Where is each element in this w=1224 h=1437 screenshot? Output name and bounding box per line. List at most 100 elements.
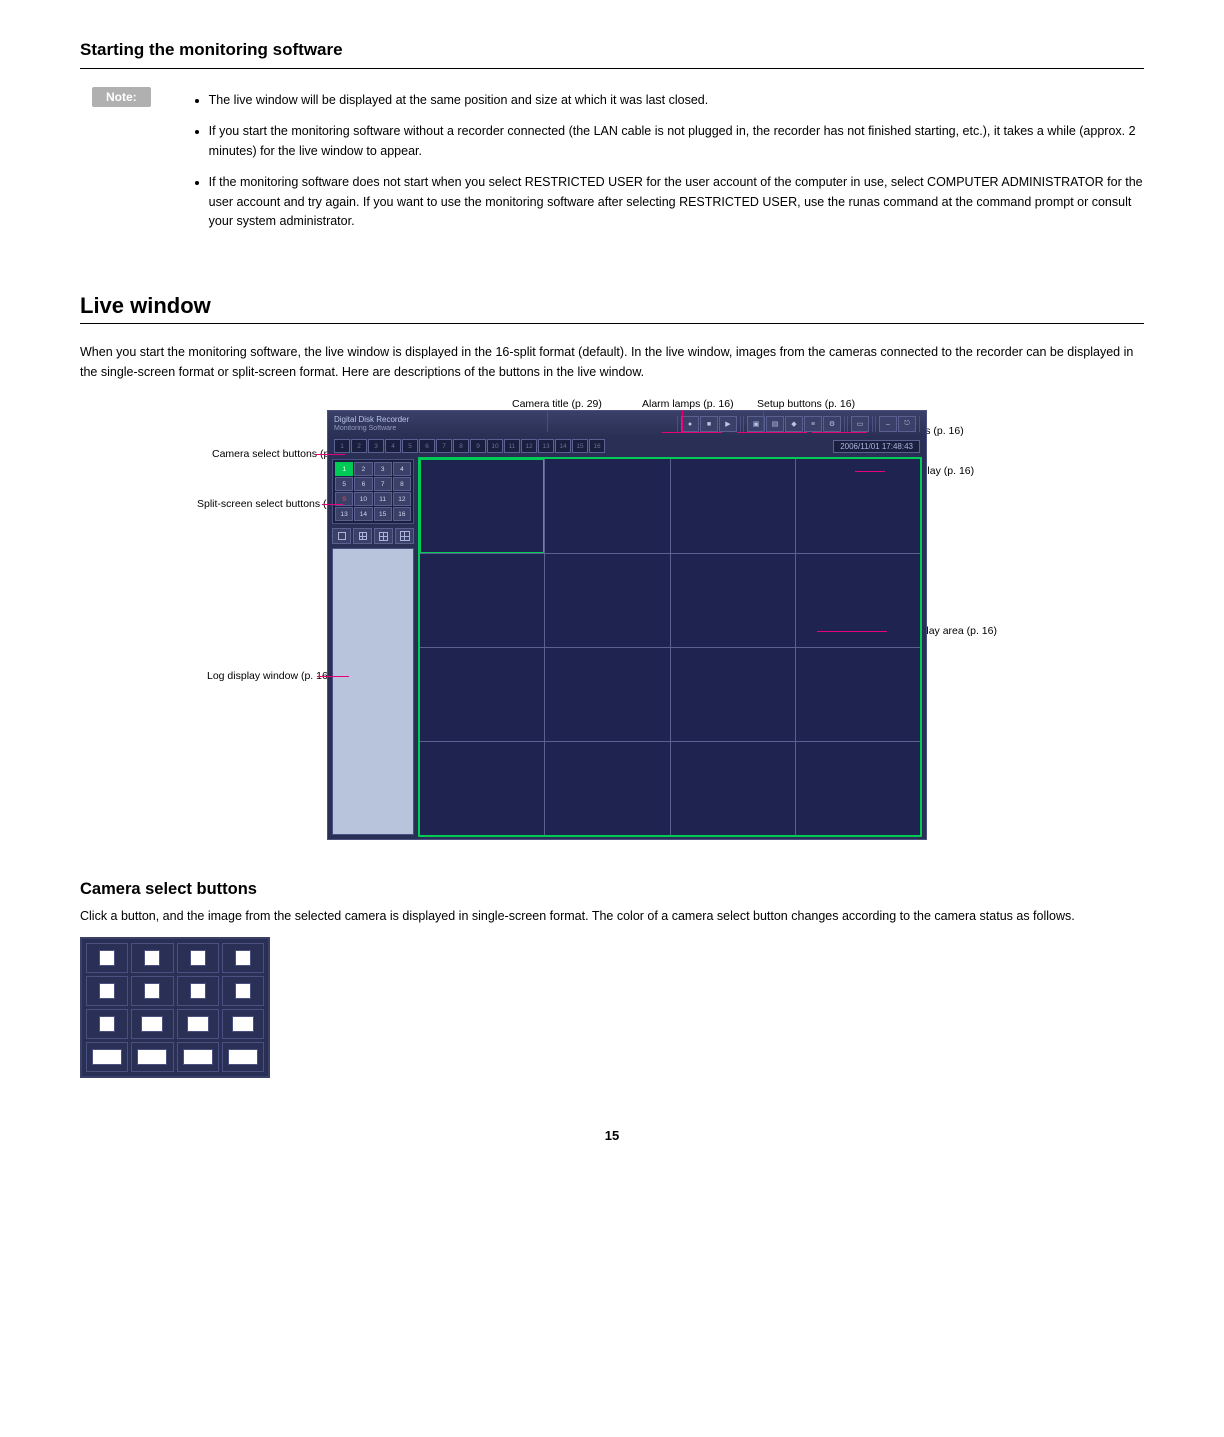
camera-select-2[interactable]: 2 — [354, 462, 372, 476]
cs-cell-3 — [177, 943, 219, 973]
tb-btn-2[interactable]: ■ — [700, 416, 718, 432]
snap-icon: ◆ — [791, 420, 796, 428]
alarm-lamp-2: 2 — [351, 439, 367, 453]
camera-select-11[interactable]: 11 — [374, 492, 392, 506]
app-title: Digital Disk Recorder Monitoring Softwar… — [334, 416, 677, 432]
camera-select-10[interactable]: 10 — [354, 492, 372, 506]
alarm-lamp-12: 12 — [521, 439, 537, 453]
cs-cell-13 — [86, 1042, 128, 1072]
camera-select-14[interactable]: 14 — [354, 507, 372, 521]
image-cell-10[interactable] — [545, 648, 669, 741]
camera-icon: ▣ — [753, 420, 760, 428]
split-16-button[interactable] — [395, 528, 414, 544]
tb-btn-8[interactable]: ⚙ — [823, 416, 841, 432]
split-screen-row — [332, 528, 414, 544]
image-cell-8[interactable] — [796, 554, 920, 647]
camera-select-grid: 1 2 3 4 5 6 7 8 9 10 11 12 13 14 — [332, 459, 414, 524]
play-icon: ▶ — [725, 420, 730, 428]
alarm-lamp-1: 1 — [334, 439, 350, 453]
tb-btn-11[interactable]: ⎋ — [898, 416, 916, 432]
app-title-line1: Digital Disk Recorder — [334, 415, 409, 424]
camera-select-3[interactable]: 3 — [374, 462, 392, 476]
image-cell-3[interactable] — [671, 459, 795, 552]
alarm-lamp-6: 6 — [419, 439, 435, 453]
toolbar: ● ■ ▶ ▣ ▤ ◆ ≡ ⚙ ▭ – — [677, 416, 920, 432]
live-window-title: Live window — [80, 293, 1144, 319]
gear-icon: ⚙ — [829, 420, 835, 428]
tb-btn-3[interactable]: ▶ — [719, 416, 737, 432]
cs-cell-15 — [177, 1042, 219, 1072]
camera-select-4[interactable]: 4 — [393, 462, 411, 476]
image-cell-7[interactable] — [671, 554, 795, 647]
camera-select-6[interactable]: 6 — [354, 477, 372, 491]
split-9-icon — [379, 532, 388, 541]
image-cell-6[interactable] — [545, 554, 669, 647]
alarm-lamp-16: 16 — [589, 439, 605, 453]
cs-cell-6 — [131, 976, 173, 1006]
minimize-icon: – — [886, 421, 890, 428]
cs-cell-11 — [177, 1009, 219, 1039]
live-window-figure: Camera title (p. 29) Alarm lamps (p. 16)… — [267, 410, 957, 840]
tb-btn-9[interactable]: ▭ — [851, 416, 869, 432]
cs-cell-12 — [222, 1009, 264, 1039]
alarm-lamp-8: 8 — [453, 439, 469, 453]
tb-btn-1[interactable]: ● — [681, 416, 699, 432]
camera-select-13[interactable]: 13 — [335, 507, 353, 521]
camera-select-title: Camera select buttons — [80, 880, 1144, 899]
app-header: Digital Disk Recorder Monitoring Softwar… — [328, 411, 926, 437]
split-4-icon — [359, 532, 367, 540]
record-icon: ● — [688, 421, 692, 428]
cs-cell-1 — [86, 943, 128, 973]
alarm-lamp-15: 15 — [572, 439, 588, 453]
callout-alarm-lamps: Alarm lamps (p. 16) — [642, 398, 734, 410]
split-1-icon — [338, 532, 346, 540]
note-item-2: If the monitoring software does not star… — [209, 173, 1144, 231]
image-cell-13[interactable] — [420, 742, 544, 835]
note-item-1: If you start the monitoring software wit… — [209, 122, 1144, 161]
camera-select-8[interactable]: 8 — [393, 477, 411, 491]
callout-setup-buttons: Setup buttons (p. 16) — [757, 398, 855, 410]
image-cell-4[interactable] — [796, 459, 920, 552]
cs-cell-2 — [131, 943, 173, 973]
log-display-window — [332, 548, 414, 835]
image-display-area[interactable] — [418, 457, 922, 837]
clock-display: 2006/11/01 17:48:43 — [833, 440, 920, 453]
tb-btn-7[interactable]: ≡ — [804, 416, 822, 432]
tb-btn-6[interactable]: ◆ — [785, 416, 803, 432]
camera-select-5[interactable]: 5 — [335, 477, 353, 491]
image-cell-16[interactable] — [796, 742, 920, 835]
image-cell-11[interactable] — [671, 648, 795, 741]
live-window-intro: When you start the monitoring software, … — [80, 342, 1144, 382]
cs-cell-16 — [222, 1042, 264, 1072]
camera-select-15[interactable]: 15 — [374, 507, 392, 521]
camera-select-16[interactable]: 16 — [393, 507, 411, 521]
split-1-button[interactable] — [332, 528, 351, 544]
image-cell-12[interactable] — [796, 648, 920, 741]
monitor-icon: ▭ — [857, 420, 864, 428]
alarm-lamp-3: 3 — [368, 439, 384, 453]
tb-btn-5[interactable]: ▤ — [766, 416, 784, 432]
image-cell-9[interactable] — [420, 648, 544, 741]
note-list: The live window will be displayed at the… — [209, 91, 1144, 231]
cs-cell-7 — [177, 976, 219, 1006]
alarm-lamp-9: 9 — [470, 439, 486, 453]
cs-cell-10 — [131, 1009, 173, 1039]
image-cell-14[interactable] — [545, 742, 669, 835]
note-label: Note: — [92, 87, 151, 107]
alarm-lamp-13: 13 — [538, 439, 554, 453]
image-cell-15[interactable] — [671, 742, 795, 835]
alarm-lamp-14: 14 — [555, 439, 571, 453]
heading-rule — [80, 68, 1144, 69]
alarm-lamp-4: 4 — [385, 439, 401, 453]
split-9-button[interactable] — [374, 528, 393, 544]
camera-select-1[interactable]: 1 — [335, 462, 353, 476]
split-4-button[interactable] — [353, 528, 372, 544]
camera-select-12[interactable]: 12 — [393, 492, 411, 506]
tb-btn-10[interactable]: – — [879, 416, 897, 432]
cs-cell-8 — [222, 976, 264, 1006]
start-sw-heading: Starting the monitoring software — [80, 40, 343, 60]
image-cell-2[interactable] — [545, 459, 669, 552]
camera-select-7[interactable]: 7 — [374, 477, 392, 491]
image-cell-1[interactable] — [420, 459, 544, 552]
image-cell-5[interactable] — [420, 554, 544, 647]
